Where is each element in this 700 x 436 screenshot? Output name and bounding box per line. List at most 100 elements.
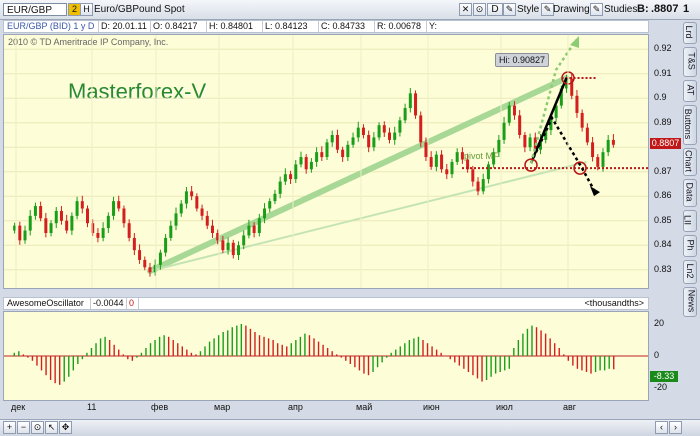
side-tab-label: Data — [684, 182, 695, 202]
candle-body — [320, 152, 324, 158]
side-tab-data[interactable]: Data — [683, 179, 697, 207]
candle-body — [33, 206, 37, 216]
candle-body — [273, 193, 277, 202]
side-tab-ts[interactable]: T&S — [683, 47, 697, 77]
zoom-in-icon[interactable]: + — [3, 421, 16, 434]
projection-up-arrowhead — [570, 35, 579, 48]
candle-body — [268, 201, 272, 209]
candle-body — [122, 208, 126, 224]
hi-callout: Hi: 0.90827 — [495, 53, 550, 67]
candle-body — [205, 215, 209, 226]
candle-body — [408, 93, 412, 109]
trend-line-upper — [146, 74, 570, 274]
price-chart-pane[interactable]: 2010 © TD Ameritrade IP Company, Inc. Ma… — [3, 34, 649, 289]
oscillator-pane[interactable] — [3, 311, 649, 401]
candle-body — [398, 120, 402, 133]
price-chart-svg — [4, 35, 648, 288]
candle-body — [585, 127, 589, 143]
candle-body — [304, 157, 308, 170]
candle-body — [143, 259, 147, 268]
candle-body — [507, 105, 511, 123]
symbol-h-chip[interactable]: H — [80, 3, 93, 16]
candle-body — [242, 235, 246, 246]
oscillator-flag: 0 — [126, 298, 139, 309]
candle-body — [606, 139, 610, 153]
time-tick-label: авг — [563, 402, 577, 412]
projection-down-arrowhead — [590, 186, 600, 197]
time-tick-label: фев — [151, 402, 169, 412]
candle-body — [361, 127, 365, 135]
studies-menu[interactable]: Studies — [604, 3, 637, 16]
scroll-right-icon[interactable]: › — [669, 421, 682, 434]
range-value: R: 0.00678 — [374, 21, 427, 32]
scroll-left-icon[interactable]: ‹ — [655, 421, 668, 434]
side-tab-lrd[interactable]: Lrd — [683, 22, 697, 44]
candle-body — [414, 93, 418, 116]
style-menu[interactable]: Style — [517, 3, 543, 16]
oscillator-axis[interactable]: 20 0 -20 — [650, 311, 682, 401]
candle-body — [523, 135, 527, 148]
candle-body — [580, 112, 584, 128]
candle-body — [226, 242, 230, 251]
studies-icon[interactable]: ✎ — [590, 3, 603, 16]
side-tab-chart[interactable]: Chart — [683, 148, 697, 176]
candle-body — [377, 125, 381, 138]
side-tab-at[interactable]: AT — [683, 80, 697, 102]
side-tab-lii[interactable]: LII — [683, 210, 697, 232]
pan-icon[interactable]: ✥ — [59, 421, 72, 434]
candle-body — [86, 208, 89, 224]
time-axis[interactable]: дек 11 фев мар апр май июн июл авг — [3, 402, 649, 416]
side-tab-ln2[interactable]: Ln2 — [683, 260, 697, 284]
candle-body — [117, 201, 121, 209]
zoom-icon[interactable]: ⊙ — [473, 3, 486, 16]
side-tab-news[interactable]: News — [683, 287, 697, 317]
side-tab-buttons[interactable]: Buttons — [683, 105, 697, 145]
candle-body — [481, 179, 485, 192]
candle-body — [591, 142, 595, 158]
price-tick-label: 0.85 — [654, 214, 672, 225]
crosshair-icon[interactable]: ✕ — [459, 3, 472, 16]
candle-body — [434, 154, 438, 167]
candle-body — [294, 164, 298, 180]
side-tab-ph[interactable]: Ph — [683, 235, 697, 257]
zoom-out-icon[interactable]: − — [17, 421, 30, 434]
cursor-icon[interactable]: ↖ — [45, 421, 58, 434]
candle-body — [65, 220, 69, 231]
toolbar: EUR/GBP 2 H Euro/GBPound Spot ✕ ⊙ D ✎ St… — [0, 0, 700, 20]
candle-body — [429, 157, 433, 167]
candle-body — [112, 201, 116, 216]
candle-body — [611, 139, 615, 145]
candle-body — [200, 208, 204, 216]
side-tab-label: Ph — [685, 239, 696, 251]
candle-body — [101, 228, 105, 238]
time-tick-label: апр — [288, 402, 303, 412]
zoom-icon[interactable]: ⊙ — [31, 421, 44, 434]
style-icon[interactable]: ✎ — [503, 3, 516, 16]
candle-body — [283, 174, 287, 182]
oscillator-svg — [4, 324, 648, 385]
period-d-button[interactable]: D — [487, 3, 503, 16]
price-tick-label: 0.9 — [654, 92, 667, 103]
high-value: H: 0.84801 — [206, 21, 263, 32]
side-tab-label: AT — [685, 84, 696, 96]
candle-body — [132, 237, 136, 251]
candle-body — [59, 210, 63, 221]
price-axis[interactable]: 0.920.910.90.890.880.870.860.850.840.83 — [650, 34, 682, 289]
bid-prefix: B: — [637, 3, 649, 15]
candle-body — [445, 169, 449, 175]
candle-body — [471, 169, 475, 182]
candle-body — [96, 233, 100, 238]
drawings-menu[interactable]: Drawings — [553, 3, 595, 16]
pivot-label: pivot MF — [464, 151, 499, 161]
side-tab-label: T&S — [686, 52, 697, 70]
candle-body — [49, 223, 53, 233]
oscillator-value: -0.0044 — [90, 298, 127, 309]
oscillator-name[interactable]: AwesomeOscillator — [4, 298, 91, 309]
symbol-input[interactable]: EUR/GBP — [3, 3, 67, 16]
candle-body — [325, 142, 329, 158]
price-tick-label: 0.92 — [654, 43, 672, 54]
candle-body — [575, 95, 579, 113]
candle-body — [330, 135, 334, 143]
candle-body — [263, 208, 267, 219]
candle-body — [382, 125, 386, 133]
